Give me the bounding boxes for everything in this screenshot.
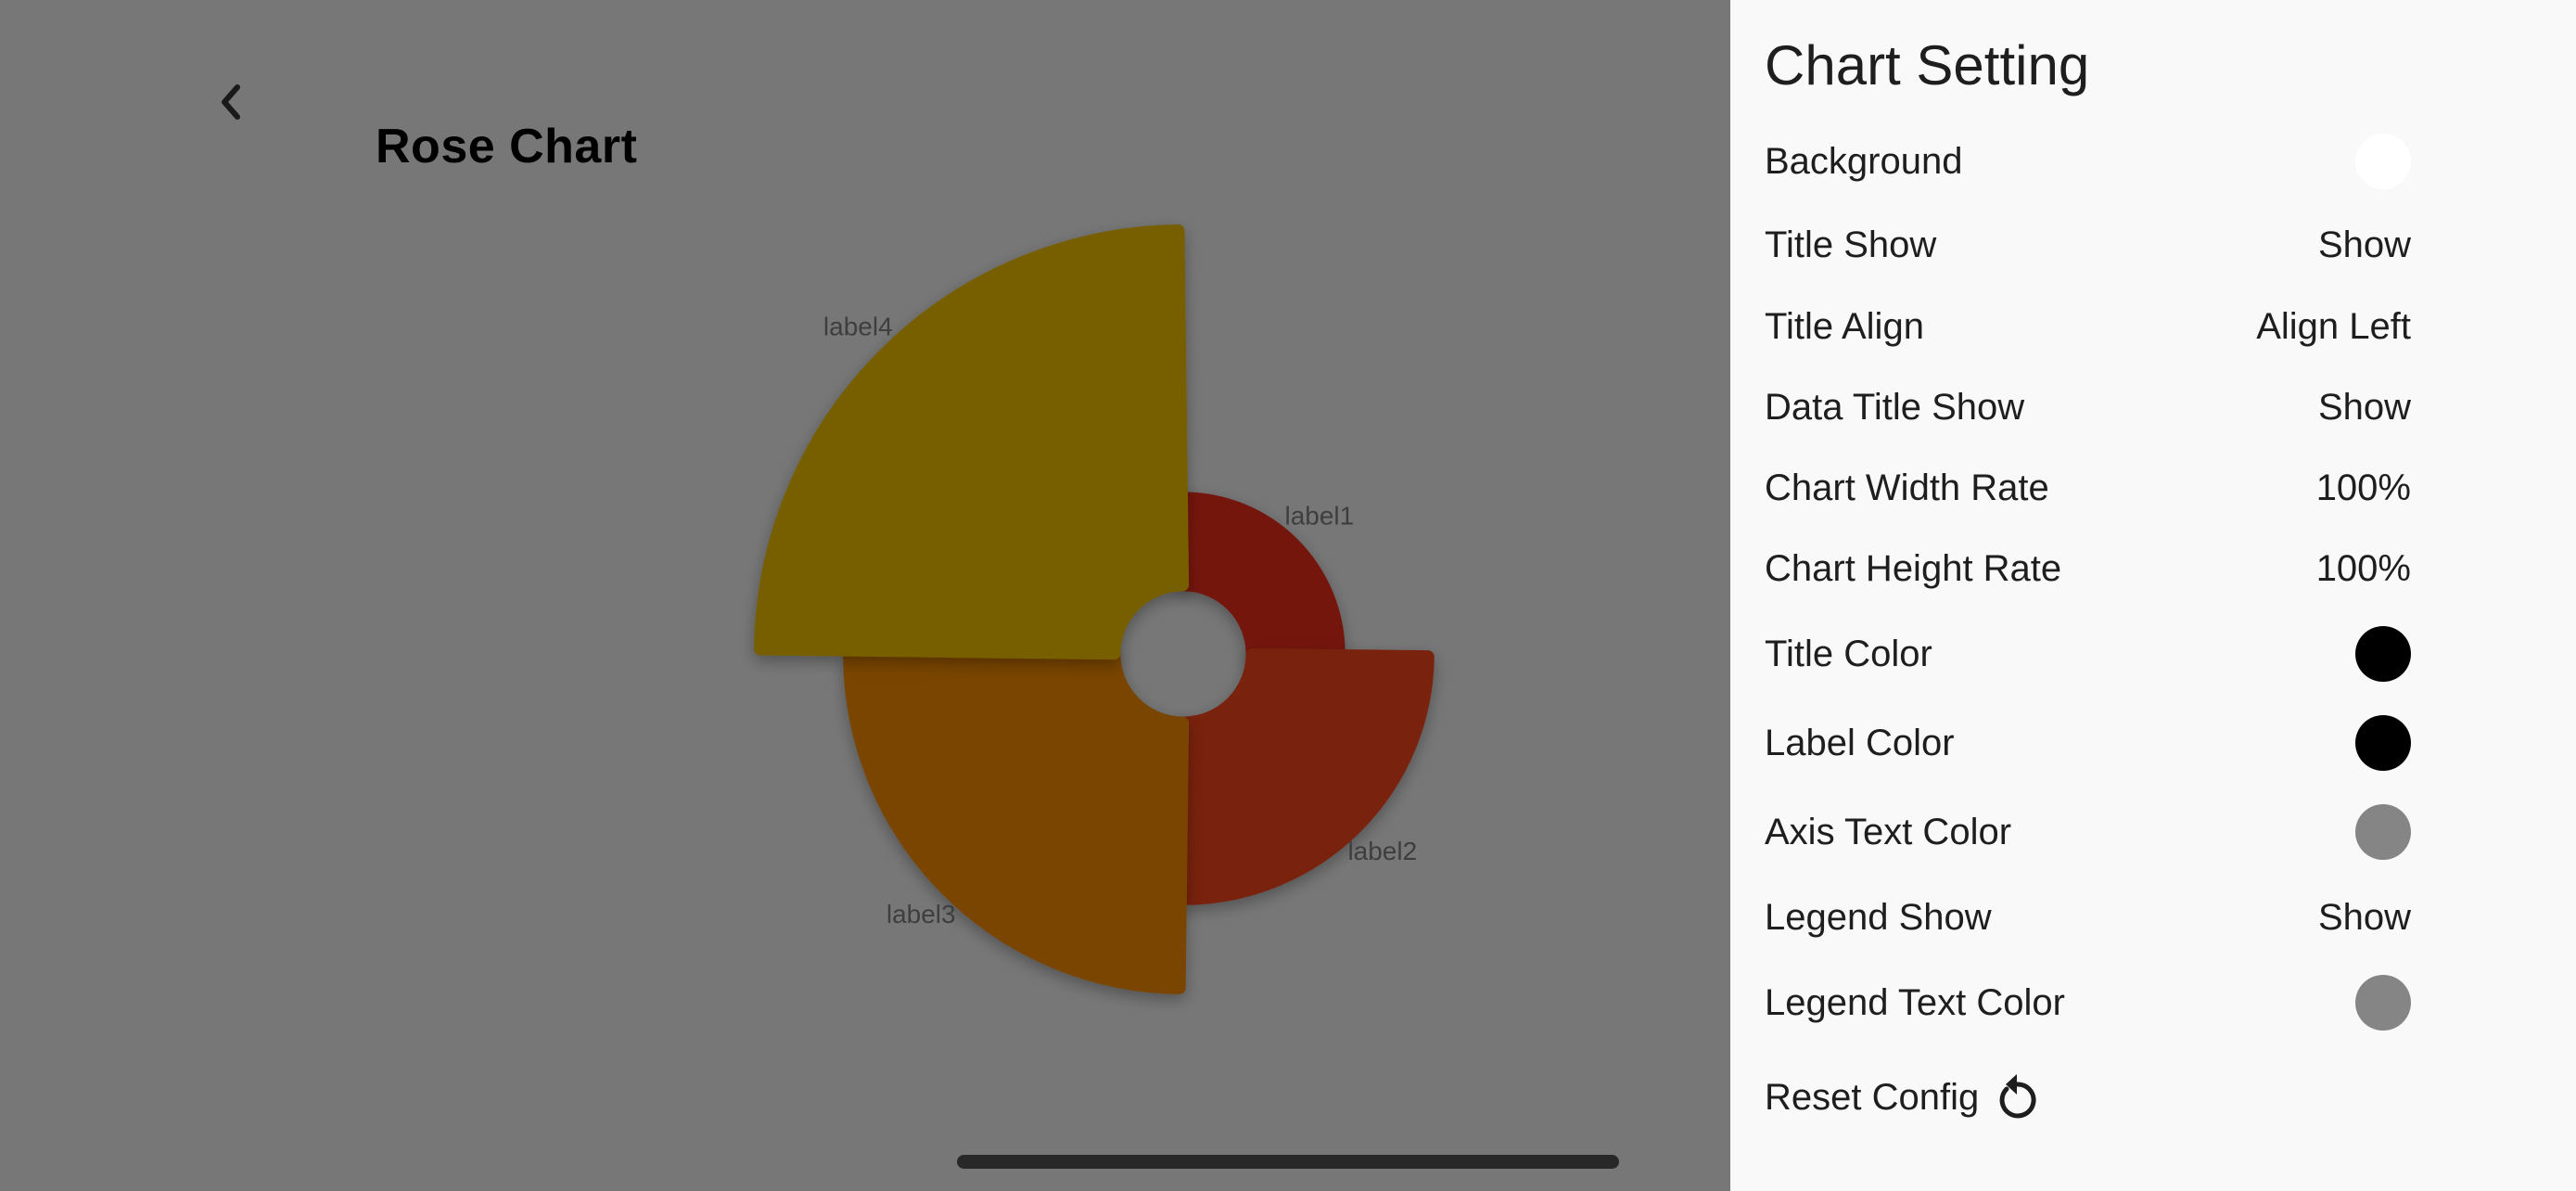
color-swatch[interactable] bbox=[2355, 626, 2411, 682]
setting-row-title-align[interactable]: Title Align Align Left bbox=[1765, 294, 2411, 359]
setting-value[interactable]: 100% bbox=[2316, 548, 2411, 590]
setting-label: Legend Show bbox=[1765, 896, 1992, 938]
setting-row-background[interactable]: Background bbox=[1765, 129, 2411, 194]
setting-row-legend-show[interactable]: Legend Show Show bbox=[1765, 885, 2411, 950]
reset-icon bbox=[1999, 1074, 2036, 1119]
panel-title: Chart Setting bbox=[1765, 34, 2090, 96]
color-swatch[interactable] bbox=[2355, 134, 2411, 189]
setting-row-axis-text-color[interactable]: Axis Text Color bbox=[1765, 800, 2411, 864]
setting-label: Label Color bbox=[1765, 722, 1955, 763]
setting-value[interactable]: Show bbox=[2318, 897, 2411, 939]
setting-row-title-show[interactable]: Title Show Show bbox=[1765, 212, 2411, 277]
setting-value[interactable]: Align Left bbox=[2256, 306, 2411, 348]
setting-label: Chart Width Rate bbox=[1765, 467, 2049, 508]
setting-label: Chart Height Rate bbox=[1765, 547, 2062, 589]
setting-label: Title Show bbox=[1765, 224, 1937, 265]
setting-value[interactable]: 100% bbox=[2316, 467, 2411, 509]
sector-label: label4 bbox=[823, 313, 893, 341]
setting-label: Legend Text Color bbox=[1765, 981, 2065, 1023]
sector-label: label1 bbox=[1284, 502, 1354, 531]
rose-chart: label1 label2 label3 label4 bbox=[754, 224, 1435, 994]
color-swatch[interactable] bbox=[2355, 975, 2411, 1031]
setting-row-chart-width-rate[interactable]: Chart Width Rate 100% bbox=[1765, 455, 2411, 520]
color-swatch[interactable] bbox=[2355, 804, 2411, 860]
setting-label: Data Title Show bbox=[1765, 386, 2025, 428]
setting-row-legend-text-color[interactable]: Legend Text Color bbox=[1765, 970, 2411, 1035]
setting-row-chart-height-rate[interactable]: Chart Height Rate 100% bbox=[1765, 536, 2411, 601]
setting-label: Axis Text Color bbox=[1765, 811, 2012, 852]
setting-row-label-color[interactable]: Label Color bbox=[1765, 711, 2411, 775]
setting-label: Background bbox=[1765, 140, 1963, 182]
setting-value[interactable]: Show bbox=[2318, 224, 2411, 266]
sector-label: label3 bbox=[886, 900, 956, 928]
setting-value[interactable]: Show bbox=[2318, 387, 2411, 429]
reset-config-label: Reset Config bbox=[1765, 1076, 1980, 1118]
chart-page: Rose Chart label1 label2 label3 label4 bbox=[0, 0, 1730, 1191]
setting-label: Title Color bbox=[1765, 633, 1932, 674]
color-swatch[interactable] bbox=[2355, 715, 2411, 771]
rose-sector-label3[interactable] bbox=[843, 647, 1190, 994]
rose-sector-label4[interactable] bbox=[754, 224, 1190, 660]
reset-config-button[interactable]: Reset Config bbox=[1765, 1065, 2046, 1130]
sector-label: label2 bbox=[1347, 837, 1417, 865]
home-indicator bbox=[957, 1155, 1619, 1169]
setting-row-data-title-show[interactable]: Data Title Show Show bbox=[1765, 375, 2411, 440]
setting-row-title-color[interactable]: Title Color bbox=[1765, 621, 2411, 686]
setting-label: Title Align bbox=[1765, 305, 1924, 347]
chart-setting-panel: Chart Setting Background Title Show Show Ti… bbox=[1730, 0, 2576, 1191]
